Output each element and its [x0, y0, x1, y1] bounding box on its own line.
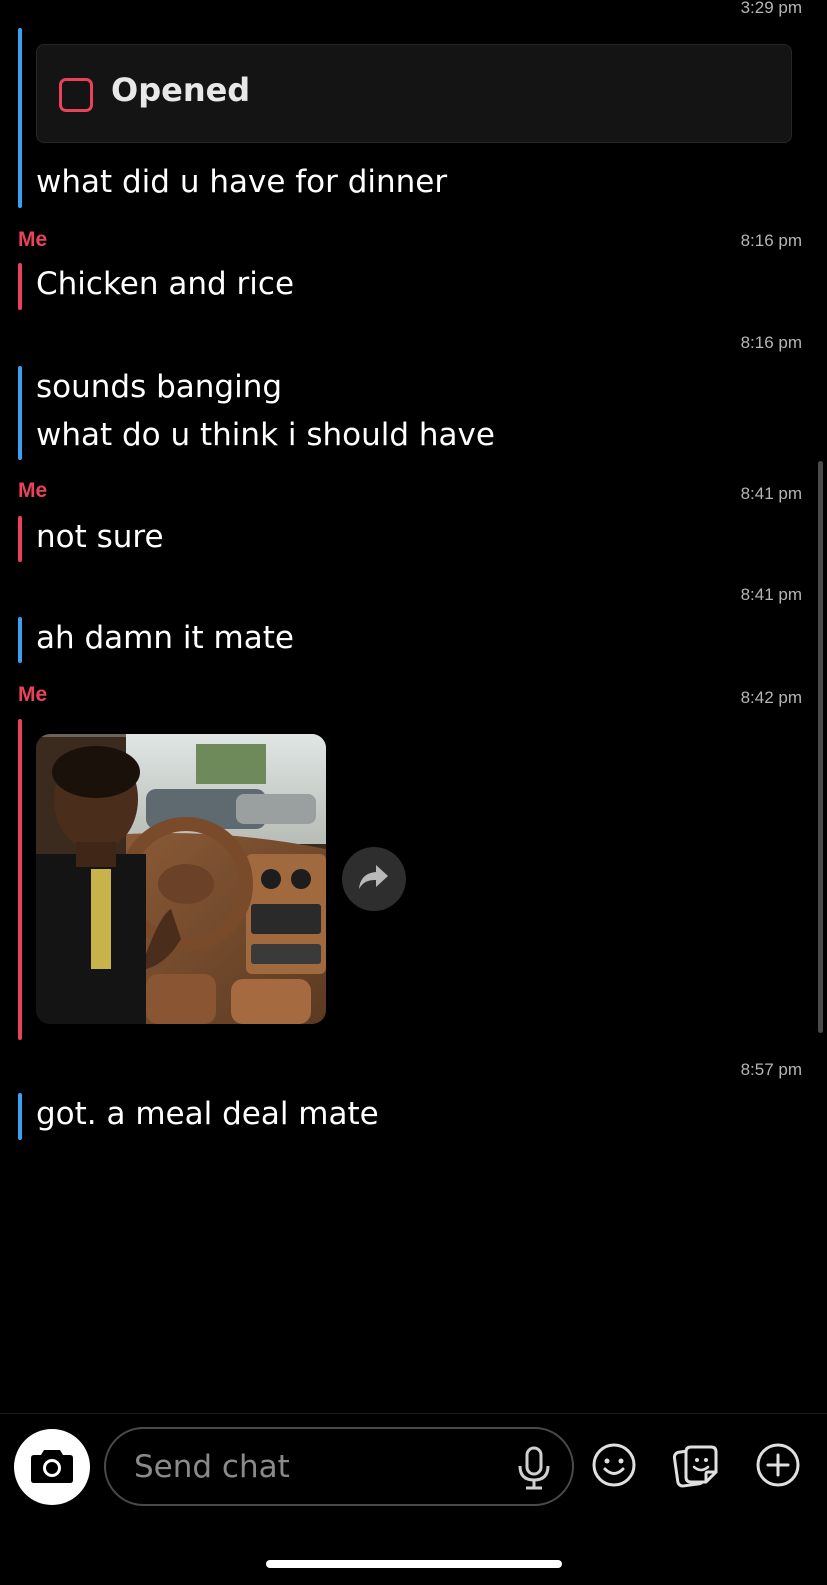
camera-button[interactable]	[14, 1429, 90, 1505]
sender-label-me: Me	[18, 228, 48, 251]
me-message-bar	[18, 719, 22, 1040]
sticker-icon	[672, 1442, 719, 1492]
timestamp: 8:57 pm	[740, 1060, 802, 1079]
send-chat-input[interactable]	[134, 1445, 494, 1489]
me-message-text: Chicken and rice	[36, 266, 295, 302]
emoji-icon	[591, 1442, 637, 1492]
send-chat-field[interactable]	[104, 1427, 574, 1506]
camera-icon	[30, 1446, 74, 1488]
home-indicator[interactable]	[266, 1560, 562, 1568]
friend-message-text: what do u think i should have	[36, 417, 495, 453]
share-arrow-icon	[358, 863, 390, 895]
more-button[interactable]	[754, 1443, 802, 1491]
timestamp: 8:41 pm	[740, 585, 802, 604]
friend-message-text: ah damn it mate	[36, 620, 294, 656]
opened-snap-icon	[59, 78, 93, 112]
stickers-button[interactable]	[672, 1443, 720, 1491]
me-message-bar	[18, 516, 22, 562]
friend-message-text: got. a meal deal mate	[36, 1096, 379, 1132]
friend-message-bar	[18, 366, 22, 460]
friend-message-bar	[18, 617, 22, 663]
composer-divider	[0, 1413, 827, 1414]
friend-message-bar	[18, 28, 22, 208]
sender-label-me: Me	[18, 479, 48, 502]
opened-status-label: Opened	[111, 71, 251, 109]
microphone-icon[interactable]	[516, 1446, 552, 1494]
emoji-button[interactable]	[590, 1443, 638, 1491]
friend-message-text: what did u have for dinner	[36, 164, 448, 200]
me-message-bar	[18, 263, 22, 310]
timestamp: 8:16 pm	[740, 333, 802, 352]
scrollbar[interactable]	[818, 461, 823, 1033]
sender-label-me: Me	[18, 683, 48, 706]
share-button[interactable]	[342, 847, 406, 911]
friend-message-bar	[18, 1093, 22, 1140]
timestamp: 3:29 pm	[740, 0, 802, 17]
me-message-text: not sure	[36, 519, 164, 555]
opened-snap-card[interactable]: Opened	[36, 44, 792, 143]
timestamp: 8:16 pm	[740, 231, 802, 250]
shared-photo[interactable]	[36, 734, 326, 1024]
plus-icon	[755, 1442, 801, 1492]
friend-message-text: sounds banging	[36, 369, 283, 405]
timestamp: 8:42 pm	[740, 688, 802, 707]
timestamp: 8:41 pm	[740, 484, 802, 503]
